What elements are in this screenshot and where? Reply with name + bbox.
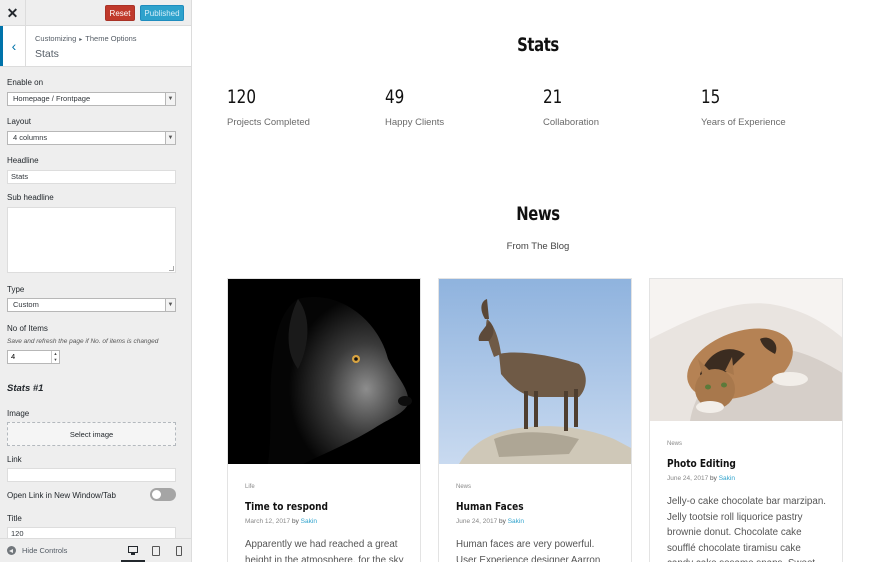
stats-heading: Stats — [517, 34, 559, 56]
no-of-items-input[interactable]: 4 ▲ ▼ — [7, 350, 60, 364]
post-by: by — [499, 518, 506, 525]
collapse-icon — [7, 546, 16, 555]
reset-button[interactable]: Reset — [105, 5, 135, 21]
post-title[interactable]: Human Faces — [456, 500, 587, 513]
link-label: Link — [7, 455, 22, 464]
layout-value: 4 columns — [13, 133, 48, 142]
post-card[interactable]: News Human Faces June 24, 2017 by Sakin … — [438, 278, 632, 562]
stat-label: Years of Experience — [701, 117, 786, 128]
preview-desktop-button[interactable] — [121, 539, 145, 562]
toggle-knob — [152, 490, 161, 499]
hide-controls-label: Hide Controls — [22, 546, 68, 555]
post-title[interactable]: Time to respond — [245, 500, 376, 513]
section-header: ‹ Customizing ▸ Theme Options Stats — [0, 26, 191, 67]
post-title[interactable]: Photo Editing — [667, 457, 798, 470]
stat-item: 120 Projects Completed — [227, 86, 310, 128]
stat-number: 21 — [543, 86, 563, 108]
preview-tablet-button[interactable] — [144, 539, 168, 562]
post-body: Life Time to respond March 12, 2017 by S… — [245, 484, 405, 562]
post-meta: March 12, 2017 by Sakin — [245, 518, 405, 525]
post-category[interactable]: News — [667, 441, 827, 447]
site-preview: Stats 120 Projects Completed 49 Happy Cl… — [192, 0, 884, 562]
link-input[interactable] — [7, 468, 176, 482]
select-image-button[interactable]: Select image — [7, 422, 176, 446]
stat-label: Projects Completed — [227, 117, 310, 128]
desktop-icon — [128, 546, 138, 555]
stat-number: 120 — [227, 86, 257, 108]
stats-item-heading: Stats #1 — [7, 383, 44, 394]
post-card[interactable]: News Photo Editing June 24, 2017 by Saki… — [649, 278, 843, 562]
hide-controls-button[interactable]: Hide Controls — [7, 546, 67, 555]
goat-photo[interactable] — [439, 279, 632, 464]
no-of-items-value: 4 — [11, 352, 16, 361]
customizer-sidebar: ✕ Reset Published ‹ Customizing ▸ Theme Op… — [0, 0, 192, 562]
preview-mobile-button[interactable] — [167, 539, 191, 562]
enable-on-value: Homepage / Frontpage — [13, 94, 91, 103]
post-date[interactable]: June 24, 2017 — [456, 518, 497, 525]
type-select[interactable]: Custom ▼ — [7, 298, 176, 312]
post-date[interactable]: March 12, 2017 — [245, 518, 290, 525]
dog-photo[interactable] — [228, 279, 421, 464]
publish-button[interactable]: Published — [140, 5, 184, 21]
chevron-down-icon: ▼ — [165, 299, 175, 311]
news-heading: News — [516, 203, 560, 225]
post-body: News Human Faces June 24, 2017 by Sakin … — [456, 484, 616, 562]
layout-label: Layout — [7, 117, 32, 126]
layout-select[interactable]: 4 columns ▼ — [7, 131, 176, 145]
post-author[interactable]: Sakin — [301, 518, 317, 525]
stat-label: Collaboration — [543, 117, 599, 128]
stat-number: 15 — [701, 86, 721, 108]
post-meta: June 24, 2017 by Sakin — [456, 518, 616, 525]
enable-on-select[interactable]: Homepage / Frontpage ▼ — [7, 92, 176, 106]
headline-label: Headline — [7, 156, 39, 165]
post-body: News Photo Editing June 24, 2017 by Saki… — [667, 441, 827, 562]
stat-number: 49 — [385, 86, 405, 108]
chevron-down-icon: ▼ — [165, 132, 175, 144]
post-meta: June 24, 2017 by Sakin — [667, 475, 827, 482]
stat-label: Happy Clients — [385, 117, 445, 128]
breadcrumb: Customizing ▸ Theme Options — [35, 34, 137, 43]
mobile-icon — [176, 546, 182, 556]
post-by: by — [291, 518, 299, 525]
stat-item: 21 Collaboration — [543, 86, 599, 128]
sub-headline-label: Sub headline — [7, 193, 54, 202]
stat-item: 15 Years of Experience — [701, 86, 786, 128]
close-customizer-button[interactable]: ✕ — [0, 0, 26, 26]
post-date[interactable]: June 24, 2017 — [667, 475, 708, 482]
image-label: Image — [7, 409, 30, 418]
customizer-header: ✕ Reset Published — [0, 0, 191, 26]
post-by: by — [710, 475, 717, 482]
sub-headline-textarea[interactable] — [7, 207, 176, 273]
post-card[interactable]: Life Time to respond March 12, 2017 by S… — [227, 278, 421, 562]
no-of-items-hint: Save and refresh the page if No. of item… — [7, 338, 159, 345]
title-label: Title — [7, 514, 22, 523]
post-excerpt: Human faces are very powerful. User Expe… — [456, 539, 601, 562]
post-author[interactable]: Sakin — [719, 475, 735, 482]
customizer-footer: Hide Controls — [0, 538, 191, 562]
type-label: Type — [7, 285, 25, 294]
section-name: Stats — [35, 48, 59, 60]
enable-on-label: Enable on — [7, 78, 44, 87]
chevron-down-icon: ▼ — [165, 93, 175, 105]
headline-input[interactable]: Stats — [7, 170, 176, 184]
back-button[interactable]: ‹ — [0, 26, 26, 66]
post-author[interactable]: Sakin — [508, 518, 524, 525]
spinner-arrows-icon[interactable]: ▲ ▼ — [51, 351, 59, 363]
cat-photo[interactable] — [650, 279, 843, 421]
resize-handle-icon[interactable] — [169, 266, 174, 271]
post-category[interactable]: Life — [245, 484, 405, 490]
post-category[interactable]: News — [456, 484, 616, 490]
open-new-window-label: Open Link in New Window/Tab — [7, 491, 116, 500]
post-excerpt: Apparently we had reached a great height… — [245, 539, 404, 562]
tablet-icon — [152, 546, 160, 556]
type-value: Custom — [13, 300, 39, 309]
breadcrumb-customizing: Customizing — [35, 34, 77, 43]
breadcrumb-separator-icon: ▸ — [79, 37, 83, 43]
open-new-window-toggle[interactable] — [150, 488, 176, 501]
breadcrumb-theme-options: Theme Options — [85, 34, 137, 43]
stat-item: 49 Happy Clients — [385, 86, 444, 128]
no-of-items-label: No of Items — [7, 324, 48, 333]
news-subtitle: From The Blog — [506, 241, 570, 252]
post-excerpt: Jelly-o cake chocolate bar marzipan. Jel… — [667, 496, 827, 562]
